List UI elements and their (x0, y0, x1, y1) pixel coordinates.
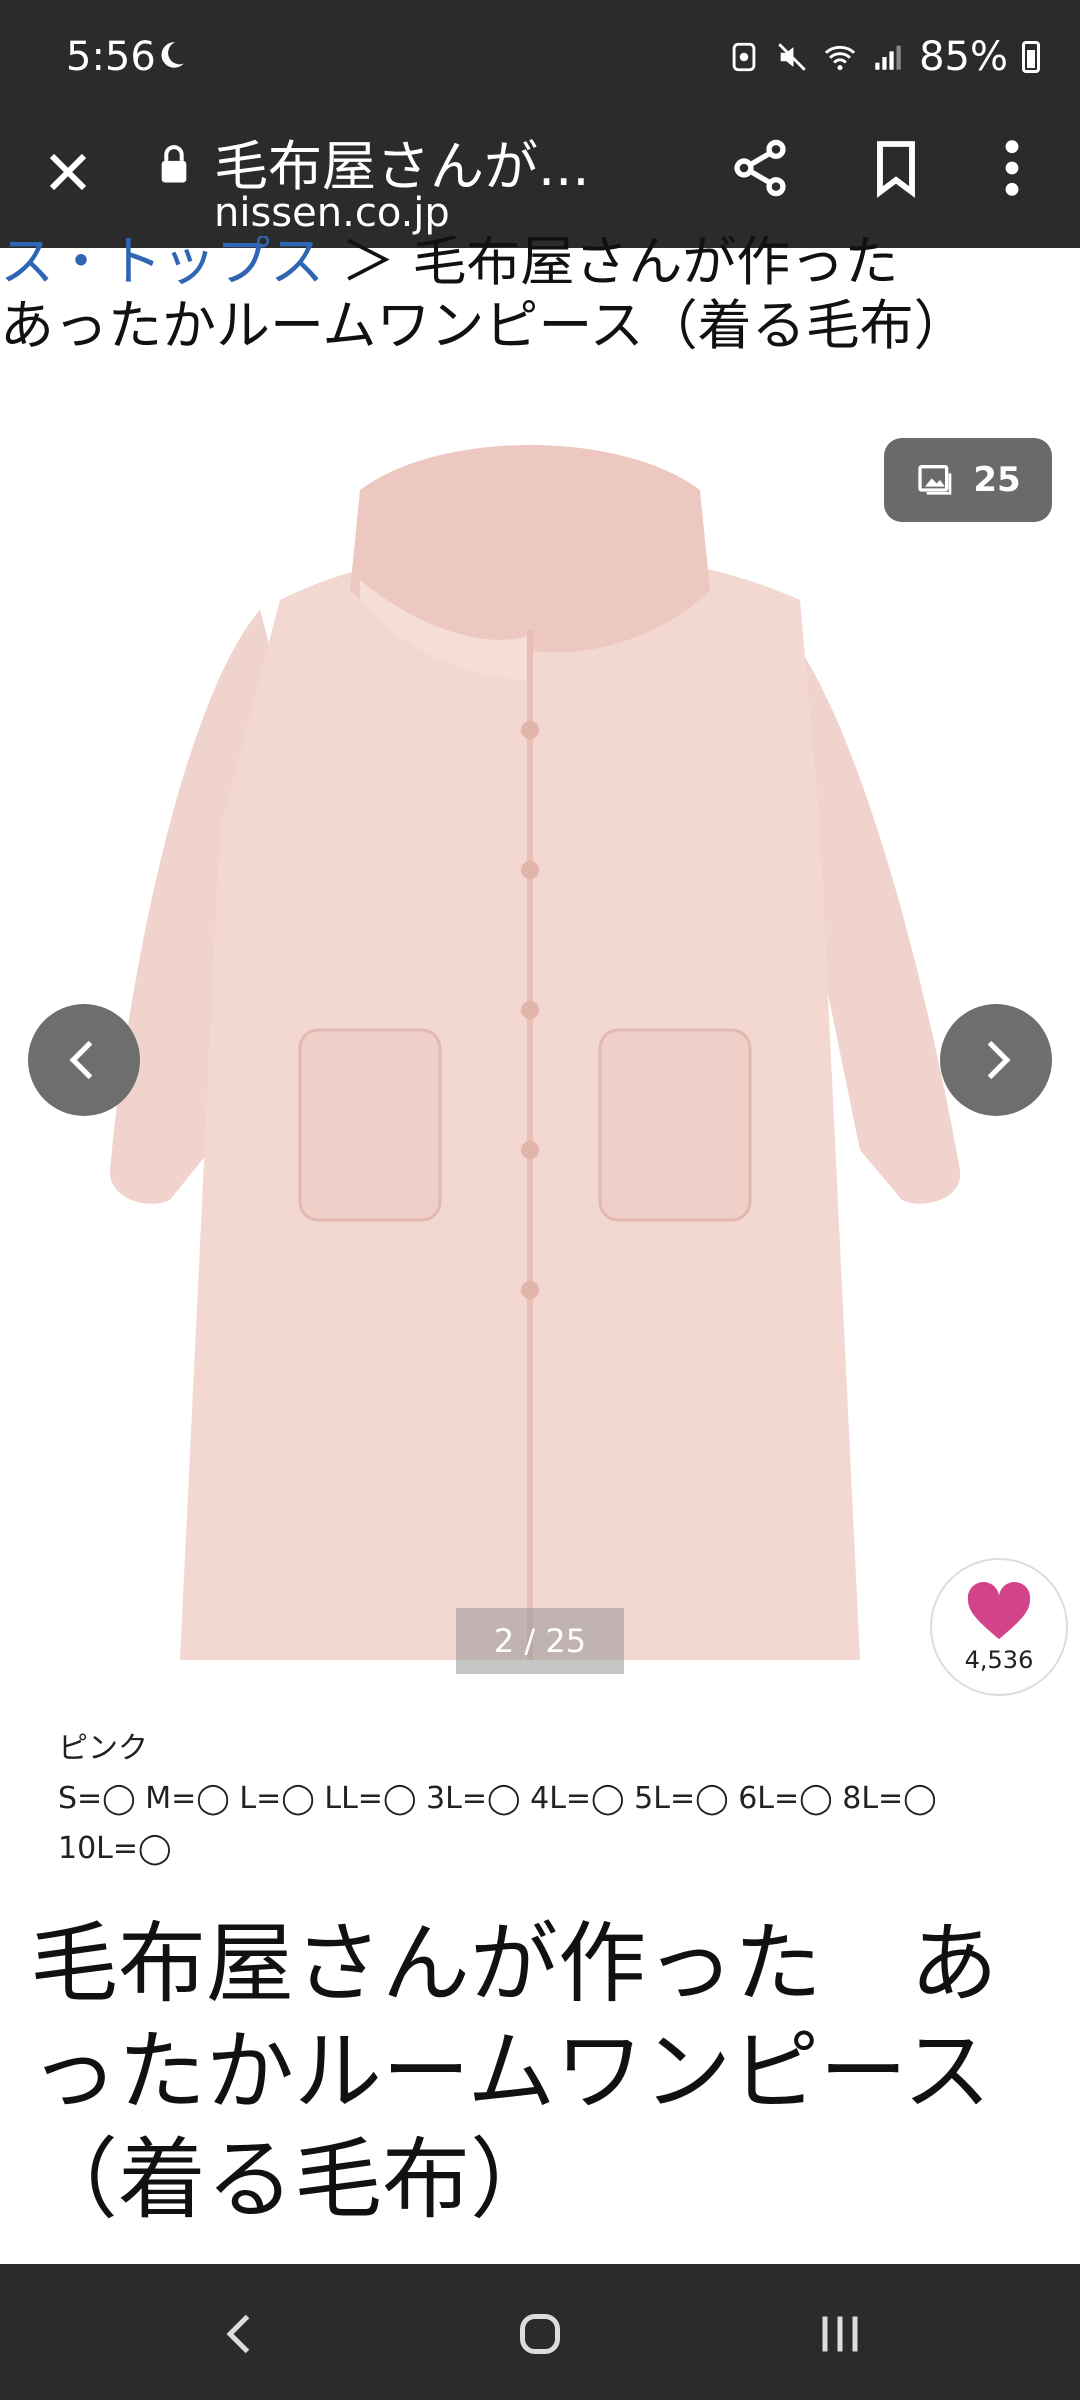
status-icons: 85% (727, 34, 1040, 80)
favorite-button[interactable]: 4,536 (930, 1558, 1068, 1696)
breadcrumb-row: ス・トップス ＞ 毛布屋さんが作った (0, 236, 898, 294)
heart-icon (967, 1581, 1031, 1640)
product-title-line: 毛布屋さんが作った あ (30, 1912, 999, 2015)
product-title-line: （着る毛布） (30, 2128, 559, 2231)
moon-icon (161, 42, 184, 68)
breadcrumb-separator: ＞ (341, 236, 396, 293)
bookmark-icon[interactable] (864, 136, 928, 200)
product-image[interactable] (60, 430, 1020, 1680)
favorite-count: 4,536 (964, 1646, 1034, 1674)
page-domain[interactable]: nissen.co.jp (214, 190, 450, 236)
close-icon[interactable] (36, 140, 100, 204)
next-image-button[interactable] (940, 1004, 1052, 1116)
product-gallery[interactable]: 25 2 / 25 4,536 (0, 400, 1080, 1696)
variant-color: ピンク (58, 1731, 148, 1766)
image-count: 25 (973, 460, 1021, 500)
url-bar: 毛布屋さんが... nissen.co.jp (0, 120, 1080, 248)
data-saver-icon (732, 42, 756, 72)
prev-image-button[interactable] (28, 1004, 140, 1116)
battery-percent: 85% (919, 34, 1008, 80)
gallery-icon (918, 465, 952, 495)
more-vert-icon[interactable] (988, 136, 1036, 200)
image-count-badge[interactable]: 25 (884, 438, 1052, 522)
product-title: 毛布屋さんが作った あ ったかルームワンピース （着る毛布） (30, 1910, 1050, 2234)
share-icon[interactable] (728, 136, 792, 200)
status-time: 5:56 (66, 34, 156, 80)
lock-icon (161, 145, 187, 183)
nav-recents-icon[interactable] (810, 2304, 870, 2364)
page-indicator: 2 / 25 (456, 1608, 624, 1674)
variant-sizes: S=◯ M=◯ L=◯ LL=◯ 3L=◯ 4L=◯ 5L=◯ 6L=◯ 8L=… (58, 1781, 937, 1816)
breadcrumb-link[interactable]: ス・トップス (0, 236, 324, 293)
nav-back-icon[interactable] (210, 2304, 270, 2364)
signal-icon (875, 45, 901, 70)
breadcrumb-current-cont: あったかルームワンピース（着る毛布） (0, 294, 968, 357)
chevron-left-icon (69, 1040, 93, 1080)
chevron-right-icon (987, 1040, 1011, 1080)
mute-icon (778, 43, 806, 71)
wifi-icon (824, 45, 856, 71)
nav-home-icon[interactable] (510, 2304, 570, 2364)
system-nav-bar (0, 2264, 1080, 2400)
variant-info: ピンク S=◯ M=◯ L=◯ LL=◯ 3L=◯ 4L=◯ 5L=◯ 6L=◯… (58, 1724, 1018, 1874)
breadcrumb-current: 毛布屋さんが作った (412, 236, 899, 293)
breadcrumb: ス・トップス ＞ 毛布屋さんが作った あったかルームワンピース（着る毛布） (0, 236, 1080, 366)
browser-header: 5:56 85% 毛布屋さんが... nissen.co.jp (0, 0, 1080, 248)
status-bar: 5:56 85% (0, 0, 1080, 120)
battery-icon (1022, 41, 1040, 73)
variant-sizes-cont: 10L=◯ (58, 1831, 172, 1866)
product-title-line: ったかルームワンピース (30, 2020, 991, 2123)
